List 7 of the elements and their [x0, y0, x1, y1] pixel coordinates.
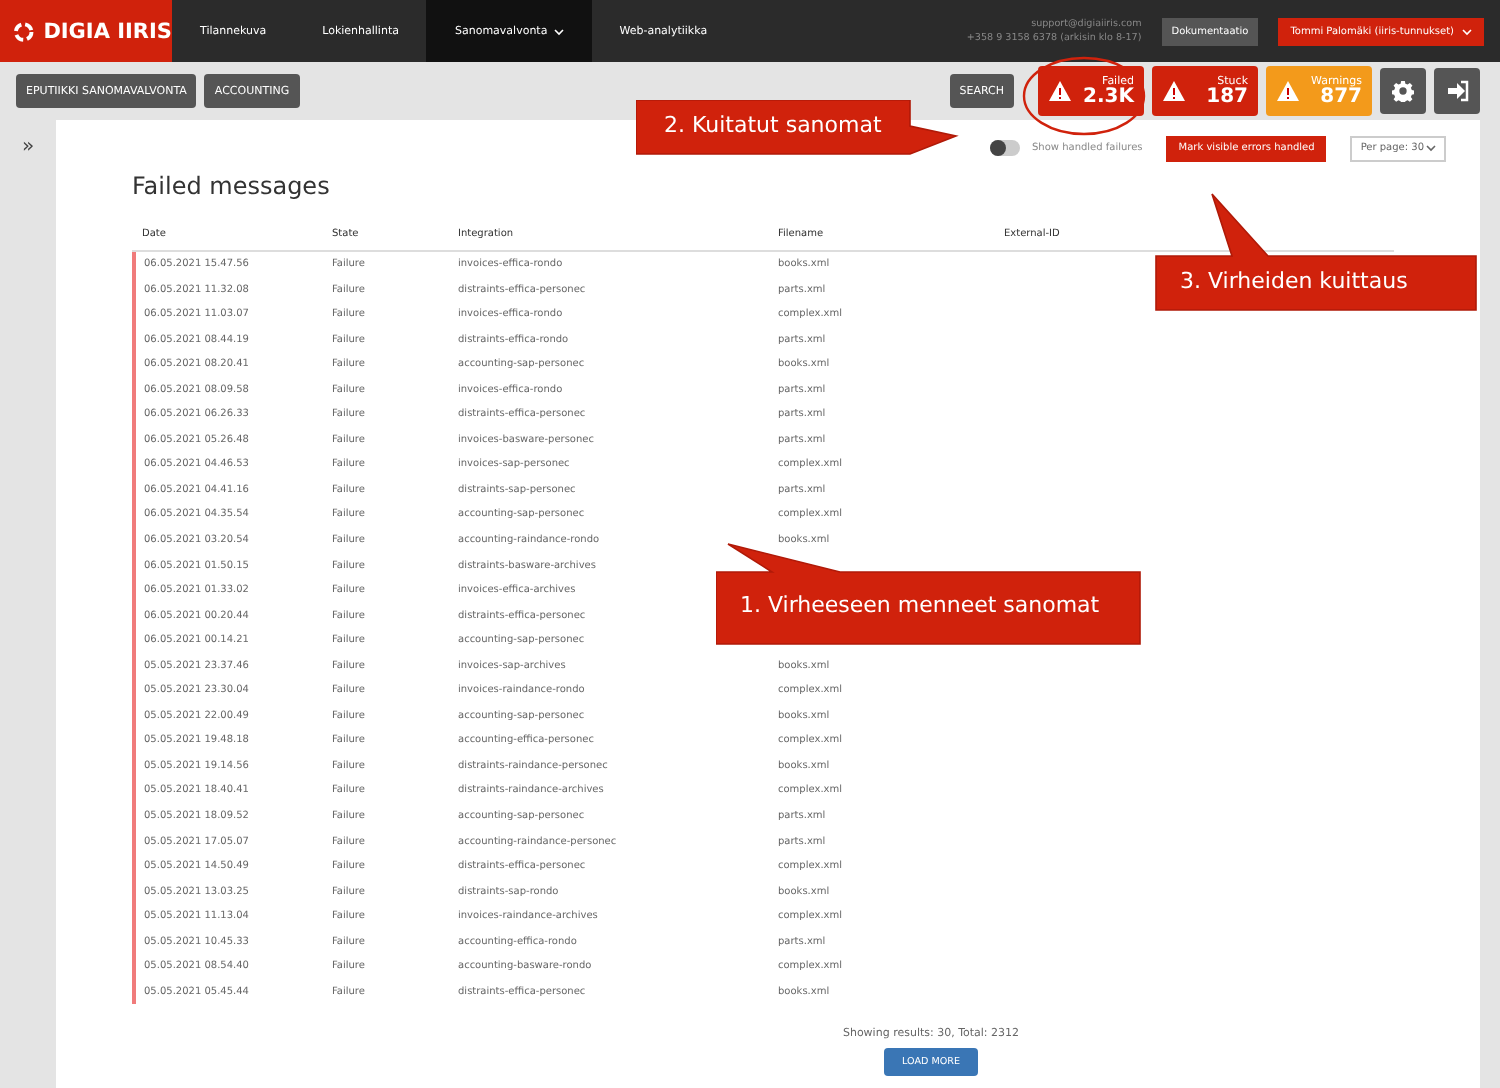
- callout-text: 2. Kuitatut sanomat: [664, 112, 882, 138]
- sidebar-toggle[interactable]: »: [21, 132, 35, 160]
- logo-text: DIGIA IIRIS: [43, 19, 172, 43]
- callout-text: 3. Virheiden kuittaus: [1180, 268, 1408, 294]
- page-title: Failed messages: [132, 172, 332, 200]
- callout-text: 1. Virheeseen menneet sanomat: [740, 592, 1100, 618]
- logo[interactable]: DIGIA IIRIS: [0, 0, 172, 62]
